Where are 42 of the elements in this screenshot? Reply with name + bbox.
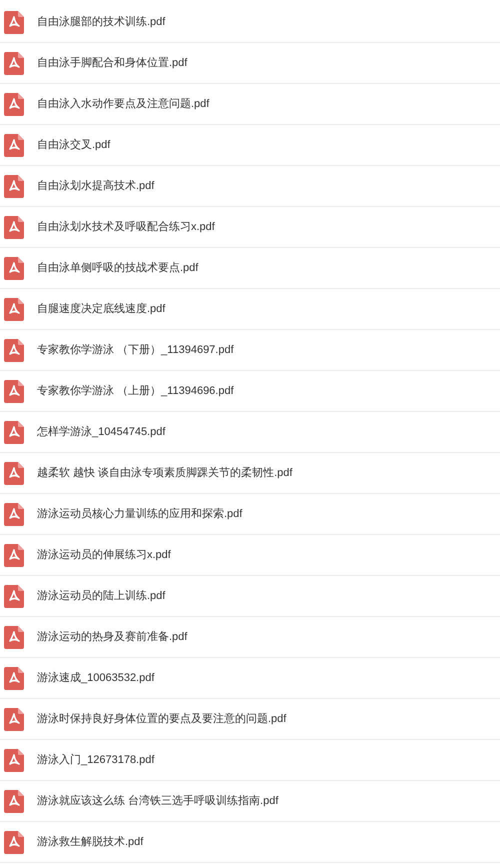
pdf-file-icon xyxy=(4,584,24,608)
file-name[interactable]: 游泳运动员的陆上训练.pdf xyxy=(37,588,166,604)
file-name[interactable]: 游泳入门_12673178.pdf xyxy=(37,752,154,768)
file-name[interactable]: 专家教你学游泳 （上册）_11394696.pdf xyxy=(37,382,234,400)
pdf-file-icon xyxy=(4,338,24,362)
file-name[interactable]: 游泳运动员核心力量训练的应用和探索.pdf xyxy=(37,506,242,522)
file-name[interactable]: 自由泳手脚配合和身体位置.pdf xyxy=(37,54,188,72)
pdf-file-icon xyxy=(4,256,24,280)
file-name[interactable]: 游泳速成_10063532.pdf xyxy=(37,670,154,686)
pdf-file-icon xyxy=(4,830,24,854)
pdf-file-icon xyxy=(4,462,24,484)
file-name[interactable]: 游泳运动员的伸展练习x.pdf xyxy=(37,546,171,564)
pdf-file-icon xyxy=(4,666,24,690)
file-name[interactable]: 自由泳交叉.pdf xyxy=(37,136,110,154)
pdf-file-icon xyxy=(4,380,24,402)
pdf-file-icon xyxy=(4,790,24,812)
pdf-file-icon xyxy=(4,748,24,772)
pdf-file-icon xyxy=(4,92,24,116)
pdf-file-icon xyxy=(4,10,24,34)
file-name[interactable]: 游泳运动的热身及赛前准备.pdf xyxy=(37,628,188,646)
pdf-file-icon xyxy=(4,502,24,526)
file-name[interactable]: 自由泳单侧呼吸的技战术要点.pdf xyxy=(37,260,198,276)
file-name[interactable]: 游泳时保持良好身体位置的要点及要注意的问题.pdf xyxy=(37,710,286,728)
pdf-file-icon xyxy=(4,174,24,198)
pdf-file-icon xyxy=(4,298,24,320)
file-name[interactable]: 自由泳入水动作要点及注意问题.pdf xyxy=(37,96,210,112)
file-name[interactable]: 游泳就应该这么练 台湾铁三选手呼吸训练指南.pdf xyxy=(37,792,278,810)
file-name[interactable]: 怎样学游泳_10454745.pdf xyxy=(37,424,166,440)
pdf-file-icon xyxy=(4,134,24,156)
pdf-file-icon xyxy=(4,52,24,74)
file-name[interactable]: 越柔软 越快 谈自由泳专项素质脚踝关节的柔韧性.pdf xyxy=(37,464,292,482)
file-name[interactable]: 自由泳划水技术及呼吸配合练习x.pdf xyxy=(37,218,215,236)
file-name[interactable]: 自由泳腿部的技术训练.pdf xyxy=(37,14,166,30)
file-name[interactable]: 自由泳划水提高技术.pdf xyxy=(37,178,154,194)
pdf-file-icon xyxy=(4,420,24,444)
pdf-file-icon xyxy=(4,216,24,238)
pdf-file-icon xyxy=(4,708,24,730)
file-name[interactable]: 专家教你学游泳 （下册）_11394697.pdf xyxy=(37,342,234,358)
pdf-file-icon xyxy=(4,544,24,566)
file-name[interactable]: 游泳救生解脱技术.pdf xyxy=(37,834,144,850)
pdf-file-icon xyxy=(4,626,24,648)
file-name[interactable]: 自腿速度决定底线速度.pdf xyxy=(37,300,166,318)
